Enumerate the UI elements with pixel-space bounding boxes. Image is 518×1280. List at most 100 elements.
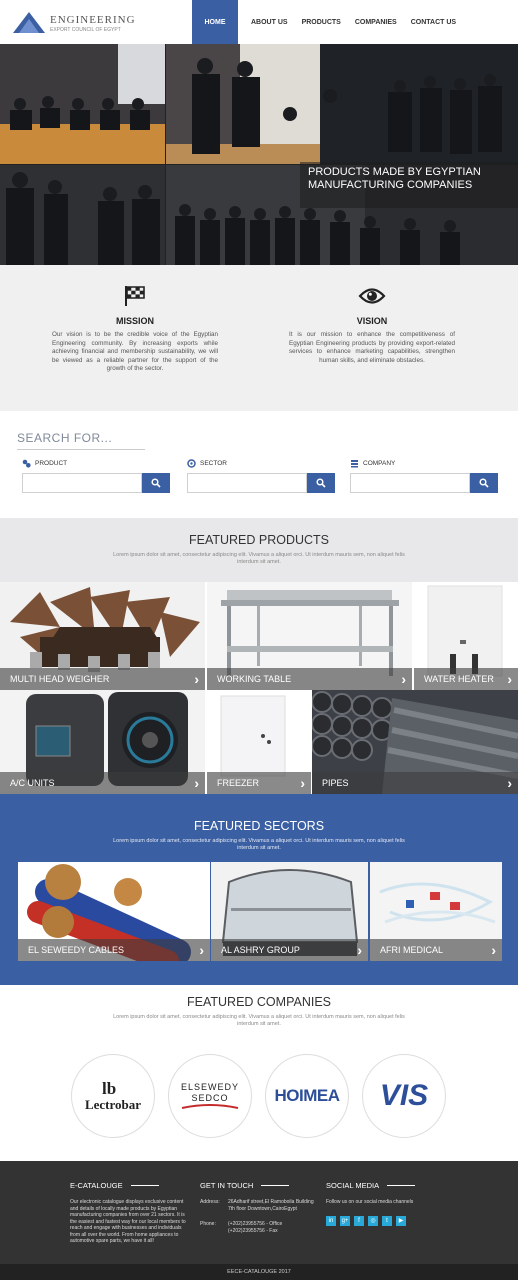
nav-contact-us[interactable]: CONTACT US <box>404 0 463 44</box>
company-logo-lectrobar[interactable]: lb Lectrobar <box>71 1054 155 1138</box>
product-tile-bar: MULTI HEAD WEIGHER › <box>0 668 205 690</box>
product-tile-label: A/C UNITS <box>10 778 55 788</box>
footer-title-rule <box>130 1185 159 1186</box>
product-search-input[interactable] <box>22 473 142 493</box>
footer-ecatalogue-title: E-CATALOUGE <box>70 1181 188 1190</box>
company-logo-elsewedy-sedco[interactable]: ELSEWEDY SEDCO <box>168 1054 252 1138</box>
nav-companies[interactable]: COMPANIES <box>348 0 404 44</box>
company-search-row <box>350 473 498 493</box>
chevron-right-icon: › <box>300 775 305 791</box>
vision-title: VISION <box>356 316 388 326</box>
company-search-label: COMPANY <box>350 459 498 468</box>
product-tile-bar: PIPES › <box>312 772 518 794</box>
chevron-right-icon: › <box>194 671 199 687</box>
mission-vision-section: MISSION Our vision is to be the credible… <box>0 265 518 411</box>
footer-address: 26Adharif street,El Ramoboila Building 7… <box>228 1199 314 1212</box>
sector-icon <box>187 459 196 468</box>
footer-contact-title-text: GET IN TOUCH <box>200 1181 254 1190</box>
featured-companies-subtitle: Lorem ipsum dolor sit amet, consectetur … <box>113 1014 405 1027</box>
footer-social: SOCIAL MEDIA Follow us on our social med… <box>326 1181 446 1226</box>
footer-address-label: Address: <box>200 1199 220 1205</box>
site-header: ENGINEERING EXPORT COUNCIL OF EGYPT HOME… <box>0 0 518 44</box>
sector-tile-al-ashry-group[interactable]: AL ASHRY GROUP › <box>211 862 368 961</box>
copyright-bar: EECE-CATALOUGE 2017 <box>0 1264 518 1280</box>
search-title: SEARCH FOR... <box>17 431 113 445</box>
footer-phone-fax[interactable]: (+202)23955756 - Fax <box>228 1228 282 1235</box>
sector-tile-afri-medical[interactable]: AFRI MEDICAL › <box>370 862 502 961</box>
sector-tile-bar: EL SEWEEDY CABLES › <box>18 939 210 961</box>
sector-search-input[interactable] <box>187 473 307 493</box>
instagram-icon[interactable]: ◎ <box>368 1215 378 1226</box>
sector-tile-label: AFRI MEDICAL <box>380 945 444 955</box>
mission-title: MISSION <box>115 316 154 326</box>
product-label-text: PRODUCT <box>35 460 68 467</box>
youtube-icon[interactable]: ▶ <box>396 1215 406 1226</box>
lectrobar-logo-icon: lb <box>102 1079 116 1097</box>
facebook-icon[interactable]: f <box>354 1215 364 1226</box>
footer-ecatalogue-text: Our electronic catalogue displays exclus… <box>70 1199 186 1244</box>
product-search-button[interactable] <box>142 473 170 493</box>
nav-about-us[interactable]: ABOUT US <box>244 0 295 44</box>
sector-search-label: SECTOR <box>187 459 335 468</box>
company-search-group: COMPANY <box>350 459 498 493</box>
footer-address-row: Address: 26Adharif street,El Ramoboila B… <box>200 1199 320 1212</box>
elsewedy-swoosh-icon <box>181 1104 239 1109</box>
hero-caption: PRODUCTS MADE BY EGYPTIAN MANUFACTURING … <box>300 162 518 208</box>
footer-contact: GET IN TOUCH Address: 26Adharif street,E… <box>200 1181 320 1234</box>
mission-block: MISSION Our vision is to be the credible… <box>52 285 218 374</box>
twitter-icon[interactable]: t <box>382 1215 392 1226</box>
product-tile-working-table[interactable]: WORKING TABLE › <box>207 582 412 690</box>
footer-ecatalogue-title-text: E-CATALOUGE <box>70 1181 123 1190</box>
chevron-right-icon: › <box>194 775 199 791</box>
featured-products-subtitle: Lorem ipsum dolor sit amet, consectetur … <box>113 552 405 565</box>
product-tile-water-heater[interactable]: WATER HEATER › <box>414 582 518 690</box>
company-logo-hoimea[interactable]: HOIMEA <box>265 1054 349 1138</box>
company-search-button[interactable] <box>470 473 498 493</box>
sector-label-text: SECTOR <box>200 460 227 467</box>
product-tile-label: MULTI HEAD WEIGHER <box>10 674 110 684</box>
product-search-label: PRODUCT <box>22 459 170 468</box>
chevron-right-icon: › <box>199 942 204 958</box>
product-tile-pipes[interactable]: PIPES › <box>312 690 518 794</box>
company-logo-vis[interactable]: VIS <box>362 1054 446 1138</box>
sector-tile-label: AL ASHRY GROUP <box>221 945 300 955</box>
product-tile-freezer[interactable]: FREEZER › <box>207 690 311 794</box>
hero-banner: PRODUCTS MADE BY EGYPTIAN MANUFACTURING … <box>0 44 518 265</box>
sector-search-row <box>187 473 335 493</box>
chevron-right-icon: › <box>507 775 512 791</box>
footer-title-rule <box>261 1185 290 1186</box>
sector-tile-label: EL SEWEEDY CABLES <box>28 945 125 955</box>
product-tile-bar: WORKING TABLE › <box>207 668 412 690</box>
eye-icon <box>358 288 386 304</box>
featured-companies-section: FEATURED COMPANIES Lorem ipsum dolor sit… <box>0 985 518 1161</box>
sector-search-button[interactable] <box>307 473 335 493</box>
google-plus-icon[interactable]: g+ <box>340 1215 350 1226</box>
sector-tile-el-seweedy-cables[interactable]: EL SEWEEDY CABLES › <box>18 862 210 961</box>
sector-search-group: SECTOR <box>187 459 335 493</box>
company-search-input[interactable] <box>350 473 470 493</box>
featured-companies-title: FEATURED COMPANIES <box>187 995 331 1009</box>
chevron-right-icon: › <box>491 942 496 958</box>
linkedin-icon[interactable]: in <box>326 1215 336 1226</box>
product-icon <box>22 459 31 468</box>
company-icon <box>351 460 358 468</box>
mission-text: Our vision is to be the credible voice o… <box>52 331 218 372</box>
nav-products[interactable]: PRODUCTS <box>295 0 348 44</box>
lectrobar-logo-text: Lectrobar <box>84 1097 142 1112</box>
hoimea-logo-text: HOIMEA <box>274 1086 341 1105</box>
product-tile-label: WATER HEATER <box>424 674 494 684</box>
product-tile-multi-head-weigher[interactable]: MULTI HEAD WEIGHER › <box>0 582 205 690</box>
company-label-text: COMPANY <box>363 460 396 467</box>
product-tile-ac-units[interactable]: A/C UNITS › <box>0 690 205 794</box>
footer-ecatalogue: E-CATALOUGE Our electronic catalogue dis… <box>70 1181 188 1245</box>
site-logo[interactable]: ENGINEERING EXPORT COUNCIL OF EGYPT <box>12 11 135 39</box>
logo-triangle-icon <box>13 12 45 33</box>
footer-phones: (+202)23955756 - Office (+202)23955756 -… <box>228 1221 282 1234</box>
search-section: SEARCH FOR... PRODUCT SECTOR COMPANY <box>0 411 518 518</box>
product-tile-bar: WATER HEATER › <box>414 668 518 690</box>
nav-home[interactable]: HOME <box>192 0 238 44</box>
logo-title: ENGINEERING <box>50 14 136 26</box>
search-icon <box>316 478 326 488</box>
footer-social-text: Follow us on our social media channels <box>326 1199 414 1205</box>
featured-sectors-subtitle: Lorem ipsum dolor sit amet, consectetur … <box>113 838 405 851</box>
